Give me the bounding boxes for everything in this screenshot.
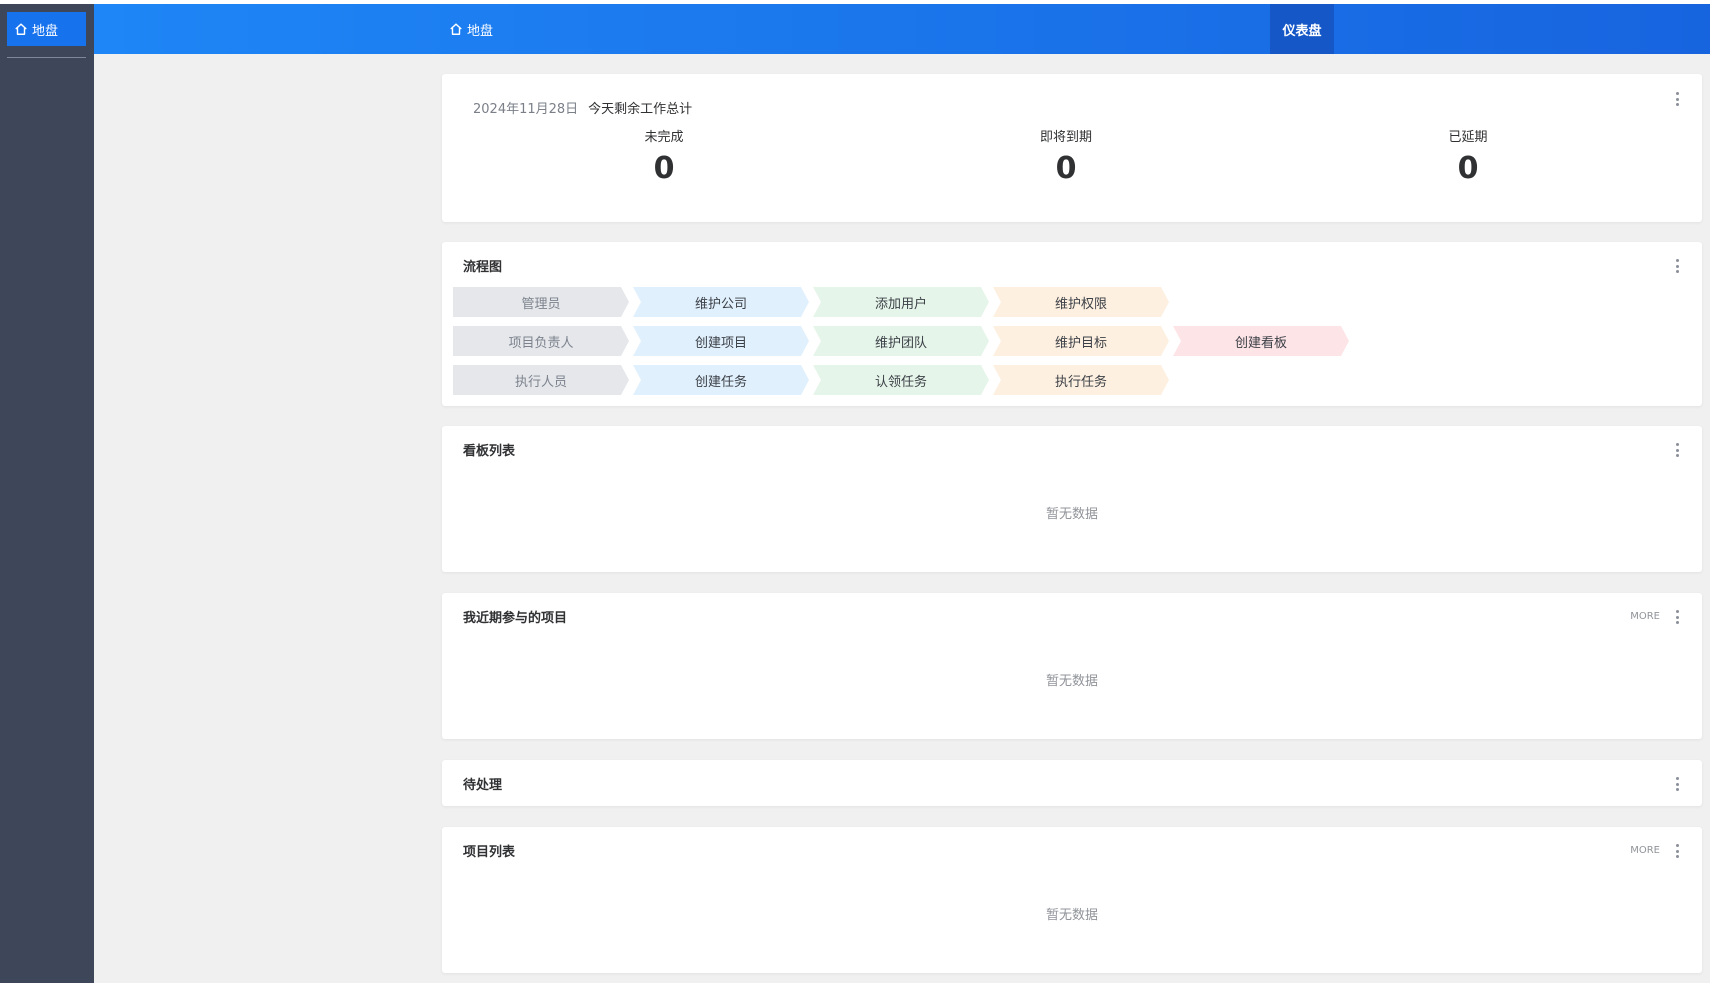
flow-title: 流程图 [463, 260, 503, 275]
summary-header: 2024年11月28日 今天剩余工作总计 [473, 98, 692, 117]
flow-step[interactable]: 维护团队 [813, 326, 989, 356]
flow-card: 流程图 管理员 维护公司 添加用户 维护权限 项目负责人 创建项目 维护团队 维… [442, 242, 1702, 406]
recent-projects-more-icon[interactable] [1674, 610, 1680, 624]
boards-title: 看板列表 [463, 444, 516, 459]
flow-step[interactable]: 认领任务 [813, 365, 989, 395]
top-navbar: 地盘 仪表盘 [94, 4, 1710, 54]
project-list-more-link[interactable]: MORE [1630, 845, 1660, 856]
flow-step[interactable]: 维护目标 [993, 326, 1169, 356]
recent-projects-title: 我近期参与的项目 [463, 611, 568, 626]
flow-step[interactable]: 维护权限 [993, 287, 1169, 317]
sidebar-home-button[interactable]: 地盘 [7, 12, 86, 46]
flow-role: 执行人员 [453, 365, 629, 395]
flow-role: 项目负责人 [453, 326, 629, 356]
pending-more-icon[interactable] [1674, 777, 1680, 791]
stat-overdue: 已延期 0 [1368, 126, 1568, 186]
summary-more-icon[interactable] [1674, 92, 1680, 106]
sidebar: 地盘 [0, 0, 94, 983]
flow-step[interactable]: 创建看板 [1173, 326, 1349, 356]
breadcrumb[interactable]: 地盘 [449, 4, 493, 54]
flow-step[interactable]: 创建任务 [633, 365, 809, 395]
project-list-more-icon[interactable] [1674, 844, 1680, 858]
stat-label: 已延期 [1448, 130, 1488, 145]
boards-card: 看板列表 暂无数据 [442, 426, 1702, 572]
boards-more-icon[interactable] [1674, 443, 1680, 457]
recent-projects-card: 我近期参与的项目 MORE 暂无数据 [442, 593, 1702, 739]
breadcrumb-label: 地盘 [467, 23, 494, 39]
boards-empty-text: 暂无数据 [1045, 507, 1098, 522]
recent-projects-more-link[interactable]: MORE [1630, 611, 1660, 622]
sidebar-top-strip [0, 0, 94, 4]
home-icon [15, 23, 27, 35]
project-list-empty-text: 暂无数据 [1045, 908, 1098, 923]
sidebar-divider [7, 57, 86, 58]
sidebar-home-label: 地盘 [32, 23, 59, 39]
stat-value: 0 [1055, 151, 1077, 186]
flow-role: 管理员 [453, 287, 629, 317]
home-icon [450, 23, 462, 35]
flow-step[interactable]: 添加用户 [813, 287, 989, 317]
flow-step[interactable]: 执行任务 [993, 365, 1169, 395]
stat-due-soon: 即将到期 0 [966, 126, 1166, 186]
project-list-title: 项目列表 [463, 845, 516, 860]
summary-card: 2024年11月28日 今天剩余工作总计 未完成 0 即将到期 0 已延期 0 [442, 74, 1702, 222]
flow-more-icon[interactable] [1674, 259, 1680, 273]
tab-dashboard[interactable]: 仪表盘 [1270, 4, 1334, 54]
stat-value: 0 [1457, 151, 1479, 186]
pending-title: 待处理 [463, 778, 503, 793]
recent-projects-empty-text: 暂无数据 [1045, 674, 1098, 689]
stat-label: 即将到期 [1039, 130, 1092, 145]
pending-card: 待处理 [442, 760, 1702, 806]
stat-unfinished: 未完成 0 [564, 126, 764, 186]
flow-step[interactable]: 创建项目 [633, 326, 809, 356]
summary-date: 2024年11月28日 [473, 102, 579, 117]
stat-label: 未完成 [644, 130, 684, 145]
project-list-card: 项目列表 MORE 暂无数据 [442, 827, 1702, 973]
stat-value: 0 [653, 151, 675, 186]
summary-title: 今天剩余工作总计 [588, 102, 693, 117]
flow-step[interactable]: 维护公司 [633, 287, 809, 317]
